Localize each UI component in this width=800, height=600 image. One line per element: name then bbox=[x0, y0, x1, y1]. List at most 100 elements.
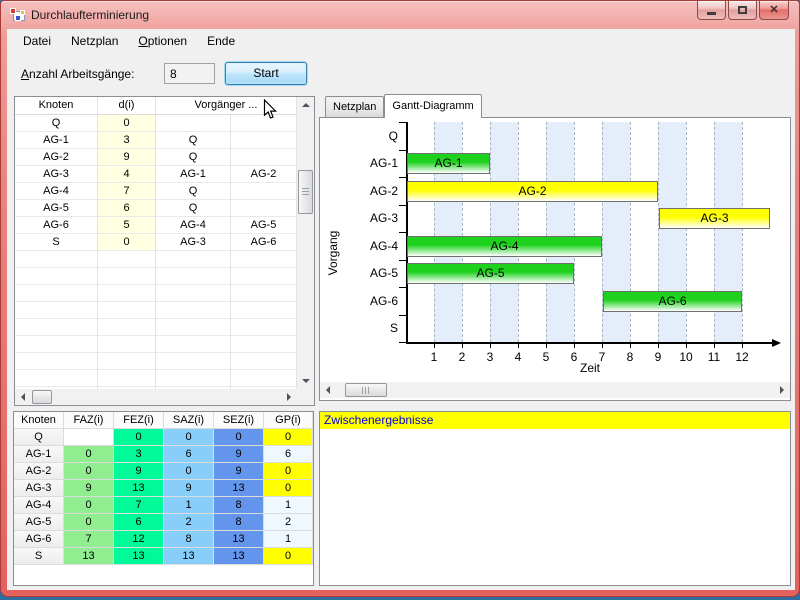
anzahl-input[interactable] bbox=[164, 63, 215, 84]
cell: 0 bbox=[64, 497, 114, 514]
table-header-row: Knotend(i)Vorgänger ... bbox=[15, 97, 297, 115]
cell: 6 bbox=[264, 446, 313, 463]
cell bbox=[156, 302, 231, 319]
cell[interactable]: 9 bbox=[98, 149, 156, 166]
cell[interactable]: 0 bbox=[98, 115, 156, 132]
cell[interactable]: 0 bbox=[98, 234, 156, 251]
close-button[interactable]: ✕ bbox=[759, 1, 789, 20]
gantt-bar: AG-6 bbox=[603, 291, 742, 312]
cell[interactable] bbox=[231, 183, 297, 200]
table-row: AG-67128131 bbox=[14, 531, 313, 548]
cell: 3 bbox=[114, 446, 164, 463]
menu-item-netzplan[interactable]: Netzplan bbox=[61, 30, 128, 52]
window-title: Durchlaufterminierung bbox=[31, 8, 149, 22]
scroll-right-button[interactable] bbox=[281, 389, 297, 405]
cell bbox=[98, 370, 156, 387]
cell bbox=[98, 268, 156, 285]
cell[interactable]: AG-5 bbox=[15, 200, 98, 217]
cell: AG-4 bbox=[14, 497, 64, 514]
bottom-table-body: Q0000AG-103696AG-209090AG-39139130AG-407… bbox=[14, 429, 313, 565]
start-button[interactable]: Start bbox=[225, 62, 307, 85]
x-tick bbox=[686, 344, 687, 348]
table-row: S0AG-3AG-6 bbox=[15, 234, 297, 251]
cell bbox=[98, 336, 156, 353]
gantt-panel: Zeit Vorgang QAG-1AG-2AG-3AG-4AG-5AG-6S1… bbox=[319, 117, 791, 401]
table-row-empty bbox=[15, 302, 297, 319]
mouse-cursor bbox=[263, 99, 278, 126]
cell: 1 bbox=[164, 497, 214, 514]
gantt-plot: Zeit Vorgang QAG-1AG-2AG-3AG-4AG-5AG-6S1… bbox=[320, 118, 790, 400]
minimize-button[interactable] bbox=[697, 1, 726, 20]
header-cell: Knoten bbox=[15, 97, 98, 115]
cell[interactable]: S bbox=[15, 234, 98, 251]
cell: 0 bbox=[64, 514, 114, 531]
x-tick-label: 8 bbox=[620, 350, 640, 364]
cell: 9 bbox=[214, 463, 264, 480]
menu-item-optionen[interactable]: Optionen bbox=[128, 30, 197, 52]
table-row: AG-506282 bbox=[14, 514, 313, 531]
cell[interactable]: Q bbox=[156, 200, 231, 217]
tab-netzplan[interactable]: Netzplan bbox=[325, 96, 384, 117]
cell[interactable]: AG-2 bbox=[231, 166, 297, 183]
cell[interactable]: 6 bbox=[98, 200, 156, 217]
cell[interactable]: AG-3 bbox=[156, 234, 231, 251]
cell: 0 bbox=[114, 429, 164, 446]
y-category-label: AG-1 bbox=[320, 156, 398, 170]
minimize-icon bbox=[707, 12, 716, 15]
cell bbox=[98, 302, 156, 319]
menu-item-datei[interactable]: Datei bbox=[13, 30, 61, 52]
top-table-hscrollbar[interactable] bbox=[15, 389, 297, 405]
cell[interactable]: 3 bbox=[98, 132, 156, 149]
y-tick bbox=[399, 260, 406, 261]
cell[interactable] bbox=[231, 149, 297, 166]
cell[interactable]: Q bbox=[156, 132, 231, 149]
cell[interactable]: AG-4 bbox=[15, 183, 98, 200]
y-category-label: AG-6 bbox=[320, 294, 398, 308]
cell[interactable]: AG-1 bbox=[15, 132, 98, 149]
cell[interactable] bbox=[156, 115, 231, 132]
x-tick-label: 1 bbox=[424, 350, 444, 364]
table-row: AG-47Q bbox=[15, 183, 297, 200]
cell[interactable]: Q bbox=[156, 149, 231, 166]
cell[interactable]: AG-5 bbox=[231, 217, 297, 234]
cell[interactable]: Q bbox=[15, 115, 98, 132]
cell[interactable]: 5 bbox=[98, 217, 156, 234]
gantt-gridline bbox=[546, 122, 547, 342]
scroll-up-button[interactable] bbox=[297, 97, 314, 113]
hscroll-thumb[interactable] bbox=[32, 390, 52, 404]
scroll-right-button[interactable] bbox=[774, 382, 790, 398]
cell: AG-6 bbox=[14, 531, 64, 548]
vscroll-thumb[interactable] bbox=[298, 170, 313, 214]
cell: 13 bbox=[214, 548, 264, 565]
scrollbar-corner bbox=[297, 389, 314, 405]
menu-item-ende[interactable]: Ende bbox=[197, 30, 245, 52]
gantt-hscrollbar[interactable] bbox=[320, 382, 790, 398]
cell[interactable]: AG-4 bbox=[156, 217, 231, 234]
cell[interactable]: 7 bbox=[98, 183, 156, 200]
top-table-vscrollbar[interactable] bbox=[297, 97, 314, 389]
titlebar[interactable]: Durchlaufterminierung bbox=[1, 1, 799, 29]
gantt-gridline bbox=[490, 122, 491, 342]
cell[interactable]: AG-6 bbox=[231, 234, 297, 251]
cell bbox=[231, 268, 297, 285]
cell[interactable] bbox=[231, 200, 297, 217]
scroll-left-button[interactable] bbox=[15, 389, 31, 405]
cell: 2 bbox=[264, 514, 313, 531]
cell[interactable]: AG-2 bbox=[15, 149, 98, 166]
tab-gantt-diagramm[interactable]: Gantt-Diagramm bbox=[384, 94, 481, 118]
x-tick-label: 10 bbox=[676, 350, 696, 364]
cell[interactable]: AG-1 bbox=[156, 166, 231, 183]
y-tick bbox=[399, 342, 406, 343]
thumb-grip-icon bbox=[302, 188, 309, 196]
hscroll-thumb[interactable] bbox=[345, 383, 387, 397]
cell[interactable]: Q bbox=[156, 183, 231, 200]
cell[interactable]: AG-6 bbox=[15, 217, 98, 234]
maximize-button[interactable] bbox=[728, 1, 757, 20]
cell: 6 bbox=[114, 514, 164, 531]
cell: 13 bbox=[164, 548, 214, 565]
cell[interactable] bbox=[231, 132, 297, 149]
scroll-left-button[interactable] bbox=[320, 382, 336, 398]
cell[interactable]: 4 bbox=[98, 166, 156, 183]
scroll-down-button[interactable] bbox=[297, 373, 314, 389]
cell[interactable]: AG-3 bbox=[15, 166, 98, 183]
